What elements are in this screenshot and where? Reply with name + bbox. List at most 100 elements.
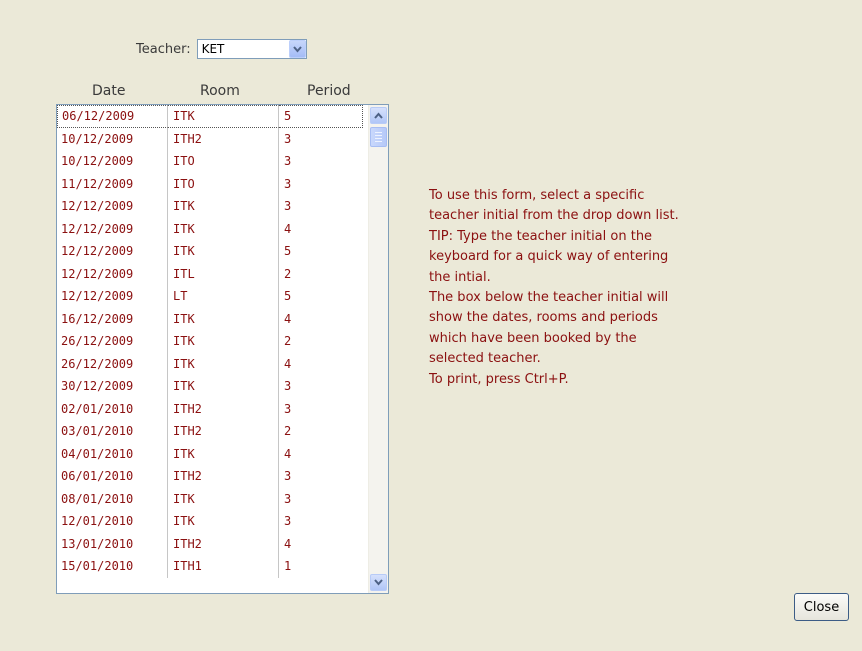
vertical-scrollbar[interactable]	[368, 105, 388, 593]
table-row[interactable]: 10/12/2009 ITO 3	[57, 150, 363, 173]
room-cell: ITK	[168, 442, 279, 465]
chevron-down-icon	[374, 579, 383, 586]
instruction-line: selected teacher.	[429, 351, 541, 367]
period-cell: 1	[284, 559, 292, 574]
scroll-down-button[interactable]	[370, 574, 387, 591]
period-cell: 4	[284, 536, 292, 551]
period-cell: 5	[279, 105, 363, 128]
date-cell: 02/01/2010	[57, 397, 168, 420]
table-row[interactable]: 06/12/2009 ITK 5	[57, 105, 363, 128]
scroll-up-button[interactable]	[370, 107, 387, 124]
instruction-line: To print, press Ctrl+P.	[429, 371, 569, 387]
room-cell: LT	[168, 285, 279, 308]
table-row[interactable]: 12/01/2010 ITK 3	[57, 510, 363, 533]
table-row[interactable]: 04/01/2010 ITK 4	[57, 442, 363, 465]
table-row[interactable]: 12/12/2009 ITK 3	[57, 195, 363, 218]
room-cell: ITH2	[168, 420, 279, 443]
column-header-room: Room	[200, 83, 240, 99]
date-cell: 08/01/2010	[57, 487, 168, 510]
period-cell: 2	[284, 334, 292, 349]
room-cell: ITK	[168, 487, 279, 510]
period-cell: 3	[284, 401, 292, 416]
room-cell: ITO	[168, 172, 279, 195]
table-row[interactable]: 12/12/2009 ITK 4	[57, 217, 363, 240]
table-row[interactable]: 26/12/2009 ITK 2	[57, 330, 363, 353]
date-cell: 03/01/2010	[57, 420, 168, 443]
table-row[interactable]: 16/12/2009 ITK 4	[57, 307, 363, 330]
period-cell: 3	[284, 199, 292, 214]
room-cell: ITK	[168, 240, 279, 263]
instruction-line: keyboard for a quick way of entering	[429, 249, 669, 265]
date-cell: 11/12/2009	[57, 172, 168, 195]
period-cell: 4	[284, 311, 292, 326]
period-cell: 3	[284, 379, 292, 394]
table-row[interactable]: 12/12/2009 LT 5	[57, 285, 363, 308]
table-row[interactable]: 03/01/2010 ITH2 2	[57, 420, 363, 443]
table-row[interactable]: 26/12/2009 ITK 4	[57, 352, 363, 375]
instructions-text: To use this form, select a specific teach…	[429, 186, 759, 390]
instruction-line: The box below the teacher initial will	[429, 290, 669, 306]
table-row[interactable]: 02/01/2010 ITH2 3	[57, 397, 363, 420]
instruction-line: which have been booked by the	[429, 330, 637, 346]
period-cell: 3	[284, 514, 292, 529]
table-row[interactable]: 11/12/2009 ITO 3	[57, 172, 363, 195]
table-row[interactable]: 12/12/2009 ITL 2	[57, 262, 363, 285]
table-row[interactable]: 30/12/2009 ITK 3	[57, 375, 363, 398]
period-cell: 3	[284, 469, 292, 484]
room-cell: ITK	[168, 510, 279, 533]
date-cell: 06/01/2010	[57, 465, 168, 488]
room-cell: ITK	[168, 307, 279, 330]
room-cell: ITH2	[168, 532, 279, 555]
period-cell: 4	[284, 221, 292, 236]
room-cell: ITK	[168, 375, 279, 398]
date-cell: 26/12/2009	[57, 352, 168, 375]
close-button[interactable]: Close	[794, 593, 849, 621]
table-row[interactable]: 15/01/2010 ITH1 1	[57, 555, 363, 578]
room-cell: ITH2	[168, 465, 279, 488]
period-cell: 4	[284, 446, 292, 461]
date-cell: 15/01/2010	[57, 555, 168, 578]
instruction-line: TIP: Type the teacher initial on the	[429, 228, 653, 244]
date-cell: 04/01/2010	[57, 442, 168, 465]
period-cell: 3	[284, 131, 292, 146]
period-cell: 5	[284, 244, 292, 259]
table-row[interactable]: 13/01/2010 ITH2 4	[57, 532, 363, 555]
bookings-list[interactable]: 06/12/2009 ITK 5 10/12/2009 ITH2 3 10/12/2009 I…	[56, 104, 389, 594]
date-cell: 10/12/2009	[57, 127, 168, 150]
period-cell: 3	[284, 154, 292, 169]
room-cell: ITK	[168, 330, 279, 353]
chevron-down-icon[interactable]	[288, 40, 306, 58]
teacher-dropdown[interactable]: KET	[196, 39, 307, 59]
table-row[interactable]: 06/01/2010 ITH2 3	[57, 465, 363, 488]
date-cell: 12/12/2009	[57, 217, 168, 240]
scrollbar-thumb[interactable]	[370, 127, 387, 147]
column-header-date: Date	[92, 83, 126, 99]
room-cell: ITK	[168, 195, 279, 218]
room-cell: ITL	[168, 262, 279, 285]
teacher-dropdown-value: KET	[201, 42, 225, 56]
table-row[interactable]: 10/12/2009 ITH2 3	[57, 127, 363, 150]
period-cell: 4	[284, 356, 292, 371]
teacher-selector: Teacher: KET	[136, 38, 307, 60]
period-cell: 5	[284, 289, 292, 304]
date-cell: 12/12/2009	[57, 285, 168, 308]
instruction-line: the intial.	[429, 269, 491, 285]
room-cell: ITK	[168, 352, 279, 375]
period-cell: 3	[284, 176, 292, 191]
date-cell: 13/01/2010	[57, 532, 168, 555]
date-cell: 26/12/2009	[57, 330, 168, 353]
period-cell: 2	[284, 424, 292, 439]
table-row[interactable]: 08/01/2010 ITK 3	[57, 487, 363, 510]
teacher-label: Teacher:	[136, 41, 191, 57]
date-cell: 10/12/2009	[57, 150, 168, 173]
table-row[interactable]: 12/12/2009 ITK 5	[57, 240, 363, 263]
room-cell: ITH1	[168, 555, 279, 578]
instruction-line: To use this form, select a specific	[429, 188, 645, 203]
room-cell: ITH2	[168, 127, 279, 150]
column-header-period: Period	[307, 83, 351, 99]
date-cell: 12/12/2009	[57, 240, 168, 263]
date-cell: 12/01/2010	[57, 510, 168, 533]
room-cell: ITO	[168, 150, 279, 173]
instruction-line: teacher initial from the drop down list.	[429, 208, 679, 224]
date-cell: 12/12/2009	[57, 262, 168, 285]
